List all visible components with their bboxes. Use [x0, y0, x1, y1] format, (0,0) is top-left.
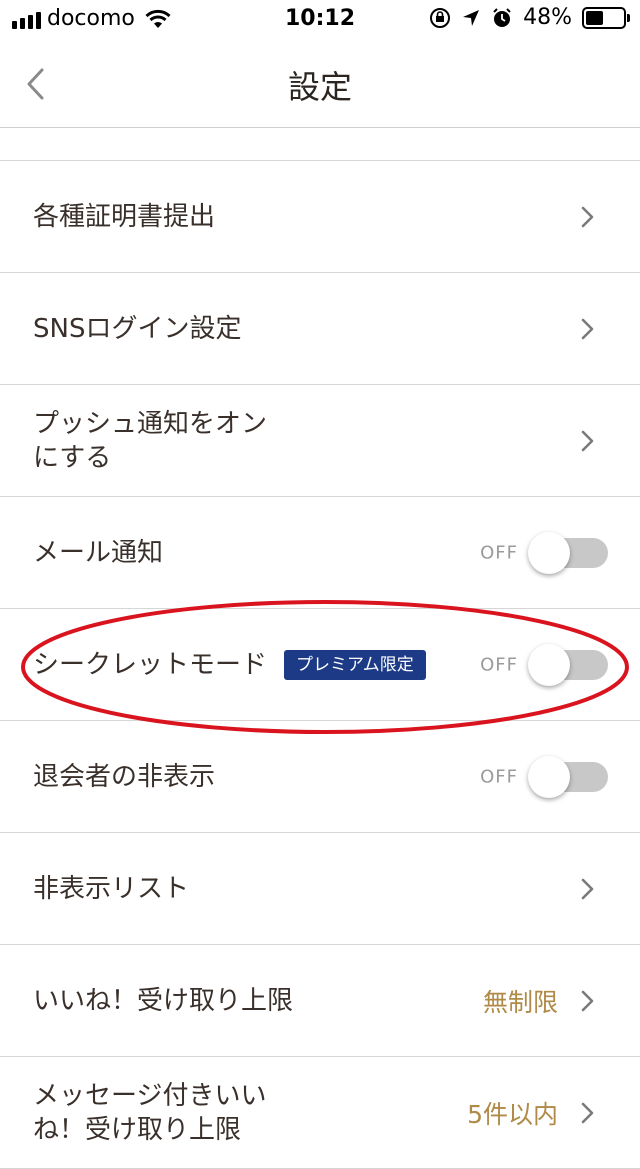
chevron-right-icon	[581, 990, 594, 1011]
orientation-lock-icon	[430, 7, 451, 28]
row-sns-login-settings[interactable]: SNSログイン設定	[0, 273, 640, 385]
location-icon	[463, 9, 480, 26]
toggle-knob	[528, 531, 570, 574]
row-push-notification[interactable]: プッシュ通知をオンにする	[0, 385, 640, 497]
chevron-right-icon	[581, 1102, 594, 1123]
row-label: シークレットモード	[33, 649, 268, 680]
row-value: 無制限	[482, 987, 558, 1017]
nav-bar: 設定	[0, 40, 640, 128]
battery-icon	[582, 6, 630, 29]
toggle-state-label: OFF	[480, 542, 518, 563]
row-label: メッセージ付きいいね！受け取り上限	[33, 1080, 267, 1145]
toggle-state-label: OFF	[480, 766, 518, 787]
row-value: 5件以内	[467, 1099, 558, 1129]
status-bar: docomo 10:12 48%	[0, 0, 640, 40]
premium-badge: プレミアム限定	[284, 649, 426, 680]
chevron-right-icon	[581, 318, 594, 339]
row-label: SNSログイン設定	[33, 313, 242, 344]
alarm-icon	[493, 7, 511, 27]
chevron-right-icon	[581, 430, 594, 451]
row-hide-withdrawn-users: 退会者の非表示 OFF	[0, 721, 640, 833]
hide-withdrawn-toggle[interactable]	[528, 755, 608, 798]
row-label: 各種証明書提出	[33, 201, 216, 232]
chevron-right-icon	[581, 878, 594, 899]
row-hidden-list[interactable]: 非表示リスト	[0, 833, 640, 945]
chevron-right-icon	[581, 206, 594, 227]
row-message-like-limit[interactable]: メッセージ付きいいね！受け取り上限 5件以内	[0, 1057, 640, 1169]
battery-percent: 48%	[523, 5, 572, 30]
toggle-state-label: OFF	[480, 654, 518, 675]
row-secret-mode: シークレットモード プレミアム限定 OFF	[0, 609, 640, 721]
row-label: 非表示リスト	[33, 873, 190, 904]
row-mail-notification: メール通知 OFF	[0, 497, 640, 609]
secret-mode-toggle[interactable]	[528, 643, 608, 686]
row-like-limit[interactable]: いいね！受け取り上限 無制限	[0, 945, 640, 1057]
toggle-knob	[528, 755, 570, 798]
toggle-knob	[528, 643, 570, 686]
row-label: メール通知	[33, 537, 164, 568]
page-title: 設定	[287, 68, 352, 106]
status-right: 48%	[429, 5, 630, 30]
mail-notification-toggle[interactable]	[528, 531, 608, 574]
settings-list: 各種証明書提出 SNSログイン設定 プッシュ通知をオンにする メール通知 OFF…	[0, 128, 640, 1169]
row-certificate-submission[interactable]: 各種証明書提出	[0, 161, 640, 273]
row-label: いいね！受け取り上限	[33, 985, 294, 1016]
row-label: 退会者の非表示	[33, 761, 216, 792]
battery-fill	[586, 10, 603, 25]
row-label: プッシュ通知をオンにする	[33, 408, 268, 473]
list-top-spacer	[0, 128, 640, 161]
